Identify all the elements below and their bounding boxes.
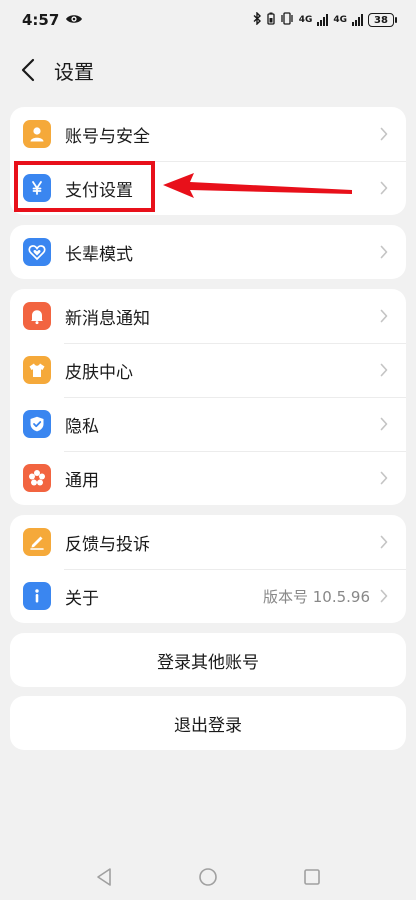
chevron-right-icon [380, 471, 388, 485]
status-time: 4:57 [22, 11, 60, 29]
settings-item-feedback[interactable]: 反馈与投诉 [10, 515, 406, 569]
settings-item-skin-center[interactable]: 皮肤中心 [10, 343, 406, 397]
settings-item-privacy[interactable]: 隐私 [10, 397, 406, 451]
nav-recents-button[interactable] [294, 859, 330, 895]
chevron-right-icon [380, 417, 388, 431]
status-right: 4G 4G 38 [253, 11, 397, 28]
vibrate-icon [280, 12, 294, 28]
battery-saver-icon [267, 12, 275, 28]
chevron-right-icon [380, 363, 388, 377]
logout-button[interactable]: 退出登录 [10, 696, 406, 750]
info-icon [23, 582, 51, 610]
settings-group-support: 反馈与投诉 关于 版本号 10.5.96 [10, 515, 406, 623]
settings-item-label: 支付设置 [65, 180, 133, 201]
settings-group-elder: 长辈模式 [10, 225, 406, 279]
settings-item-label: 关于 [65, 588, 99, 609]
settings-item-payment[interactable]: 支付设置 [10, 161, 406, 215]
settings-item-label: 皮肤中心 [65, 362, 133, 383]
chevron-right-icon [380, 181, 388, 195]
shirt-icon [23, 356, 51, 384]
yuan-icon [23, 174, 51, 202]
square-recents-icon [304, 869, 320, 885]
triangle-back-icon [97, 868, 111, 886]
signal-icon-2 [352, 14, 363, 26]
settings-item-label: 长辈模式 [65, 244, 133, 265]
status-left: 4:57 [22, 11, 83, 29]
version-value: 版本号 10.5.96 [262, 587, 370, 606]
settings-item-account-security[interactable]: 账号与安全 [10, 107, 406, 161]
net-label-1: 4G [298, 15, 313, 25]
heart-icon [23, 238, 51, 266]
net-label-2: 4G [333, 15, 347, 25]
chevron-left-icon [21, 58, 35, 82]
settings-item-about[interactable]: 关于 版本号 10.5.96 [10, 569, 406, 623]
settings-item-general[interactable]: 通用 [10, 451, 406, 505]
battery-level: 38 [374, 14, 388, 26]
settings-item-label: 隐私 [65, 416, 99, 437]
nav-home-button[interactable] [190, 859, 226, 895]
chevron-right-icon [380, 309, 388, 323]
chevron-right-icon [380, 535, 388, 549]
settings-item-label: 通用 [65, 470, 99, 491]
settings-group-general: 新消息通知 皮肤中心 隐私 通用 [10, 289, 406, 505]
settings-item-label: 新消息通知 [65, 308, 150, 329]
signal-icon-1 [317, 14, 329, 26]
settings-group-account: 账号与安全 支付设置 [10, 107, 406, 215]
navigation-bar [0, 854, 416, 900]
chevron-right-icon [380, 589, 388, 603]
edit-icon [23, 528, 51, 556]
eye-icon [65, 11, 83, 29]
status-bar: 4:57 4G 4G 38 [0, 0, 416, 40]
shield-icon [23, 410, 51, 438]
settings-item-label: 账号与安全 [65, 126, 150, 147]
settings-item-elder-mode[interactable]: 长辈模式 [10, 225, 406, 279]
flower-icon [23, 464, 51, 492]
nav-back-button[interactable] [86, 859, 122, 895]
chevron-right-icon [380, 127, 388, 141]
settings-item-notifications[interactable]: 新消息通知 [10, 289, 406, 343]
login-other-account-button[interactable]: 登录其他账号 [10, 633, 406, 687]
circle-home-icon [199, 868, 217, 886]
page-title: 设置 [54, 59, 94, 84]
battery-icon: 38 [368, 13, 397, 27]
bluetooth-icon [253, 11, 262, 28]
settings-item-label: 反馈与投诉 [65, 534, 150, 555]
bell-icon [23, 302, 51, 330]
user-icon [23, 120, 51, 148]
back-button[interactable] [2, 48, 54, 92]
chevron-right-icon [380, 245, 388, 259]
settings-screen: 4:57 4G 4G 38 设置 账号与安全 支付设置 长辈模式 新消息通知 皮… [0, 0, 416, 900]
page-header: 设置 [0, 48, 416, 92]
